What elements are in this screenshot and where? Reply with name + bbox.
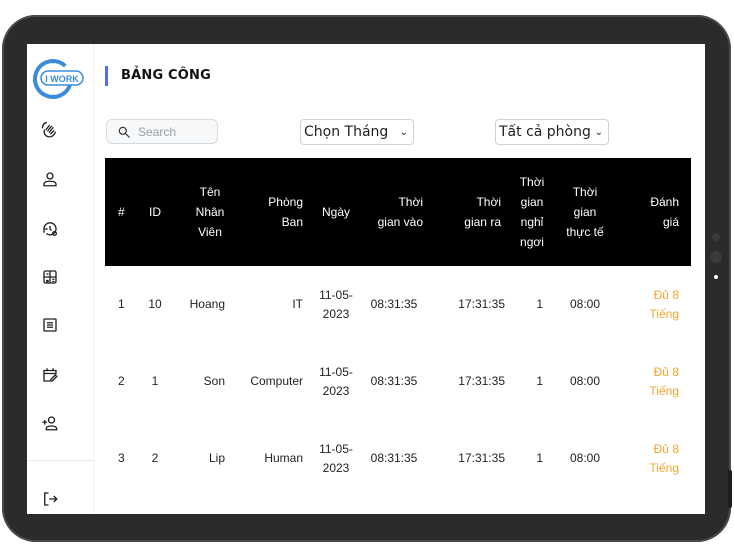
- tablet-side-button: [728, 470, 732, 508]
- search-icon: [118, 126, 130, 138]
- date: 11-05-2023: [319, 441, 353, 475]
- logo-icon: I WORK: [33, 59, 84, 99]
- employee-id: 10: [148, 297, 162, 311]
- employee-name: Hoang: [189, 297, 225, 311]
- column-header[interactable]: Phòng Ban: [237, 158, 315, 266]
- time-out: 17:31:35: [458, 374, 505, 388]
- employee-name: Lip: [208, 451, 225, 465]
- department: IT: [292, 297, 303, 311]
- column-header[interactable]: Đánh giá: [615, 158, 691, 266]
- date: 11-05-2023: [319, 287, 353, 321]
- sidebar-divider: [27, 460, 94, 461]
- calculator-icon[interactable]: [39, 266, 61, 288]
- time-out: 17:31:35: [458, 451, 505, 465]
- table-row[interactable]: 3 2 Lip Human 11-05-2023 08:31:35 17:31:…: [105, 420, 691, 497]
- actual-time: 08:00: [569, 374, 601, 388]
- row-index: 3: [118, 451, 125, 465]
- column-header[interactable]: Tên Nhân Viên: [175, 158, 237, 266]
- time-in: 08:31:35: [370, 374, 418, 388]
- department: Computer: [250, 374, 303, 388]
- month-select[interactable]: Chọn Tháng ⌄: [300, 119, 414, 145]
- time-in: 08:31:35: [370, 297, 418, 311]
- employee-id: 1: [151, 374, 159, 388]
- month-select-value: Chọn Tháng: [304, 124, 389, 140]
- column-header[interactable]: #: [105, 158, 135, 266]
- page-title: BẢNG CÔNG: [121, 68, 211, 83]
- department-select-value: Tất cả phòng ba: [499, 124, 591, 140]
- time-out: 17:31:35: [458, 297, 505, 311]
- date: 11-05-2023: [319, 364, 353, 398]
- logout-icon[interactable]: [39, 488, 61, 510]
- tablet-mic: [714, 275, 718, 279]
- sidebar: I WORK: [27, 44, 94, 514]
- employee-id: 2: [151, 451, 159, 465]
- title-accent-bar: [105, 66, 108, 86]
- search-input[interactable]: [138, 124, 208, 139]
- rating: Đủ 8 Tiếng: [649, 287, 679, 321]
- department: Human: [264, 451, 303, 465]
- column-header[interactable]: Ngày: [315, 158, 357, 266]
- chevron-down-icon: ⌄: [399, 126, 408, 138]
- actual-time: 08:00: [569, 297, 601, 311]
- app-screen: I WORK BẢNG CÔNG Search Chọn Tháng ⌄ Tất…: [27, 44, 705, 514]
- column-header[interactable]: Thời gian thực tế: [555, 158, 615, 266]
- rating: Đủ 8 Tiếng: [649, 364, 679, 398]
- column-header[interactable]: Thời gian ra: [431, 158, 509, 266]
- app-logo: I WORK: [31, 58, 85, 100]
- logo-text: I WORK: [45, 74, 79, 84]
- chevron-down-icon: ⌄: [594, 126, 603, 138]
- employee-name: Son: [203, 374, 225, 388]
- table-row[interactable]: 2 1 Son Computer 11-05-2023 08:31:35 17:…: [105, 343, 691, 420]
- add-user-icon[interactable]: [39, 412, 61, 434]
- break-time: 1: [536, 374, 543, 388]
- table-header-row: # ID Tên Nhân Viên Phòng Ban Ngày Thời g…: [105, 158, 691, 266]
- department-select[interactable]: Tất cả phòng ba ⌄: [495, 119, 609, 145]
- time-in: 08:31:35: [370, 451, 418, 465]
- hand-wave-icon[interactable]: [39, 119, 61, 141]
- column-header[interactable]: ID: [135, 158, 175, 266]
- calendar-edit-icon[interactable]: [39, 364, 61, 386]
- row-index: 1: [118, 297, 125, 311]
- history-settings-icon[interactable]: [39, 218, 61, 240]
- tablet-camera: [712, 233, 720, 241]
- search-box[interactable]: [106, 119, 218, 144]
- actual-time: 08:00: [569, 451, 601, 465]
- rating: Đủ 8 Tiếng: [649, 441, 679, 475]
- break-time: 1: [536, 297, 543, 311]
- column-header[interactable]: Thời gian nghỉ ngơi: [509, 158, 555, 266]
- row-index: 2: [118, 374, 125, 388]
- list-table-icon[interactable]: [39, 314, 61, 336]
- tablet-sensor: [710, 251, 722, 263]
- break-time: 1: [536, 451, 543, 465]
- timesheet-table: # ID Tên Nhân Viên Phòng Ban Ngày Thời g…: [105, 158, 691, 497]
- column-header[interactable]: Thời gian vào: [357, 158, 431, 266]
- table-row[interactable]: 1 10 Hoang IT 11-05-2023 08:31:35 17:31:…: [105, 266, 691, 343]
- user-icon[interactable]: [39, 168, 61, 190]
